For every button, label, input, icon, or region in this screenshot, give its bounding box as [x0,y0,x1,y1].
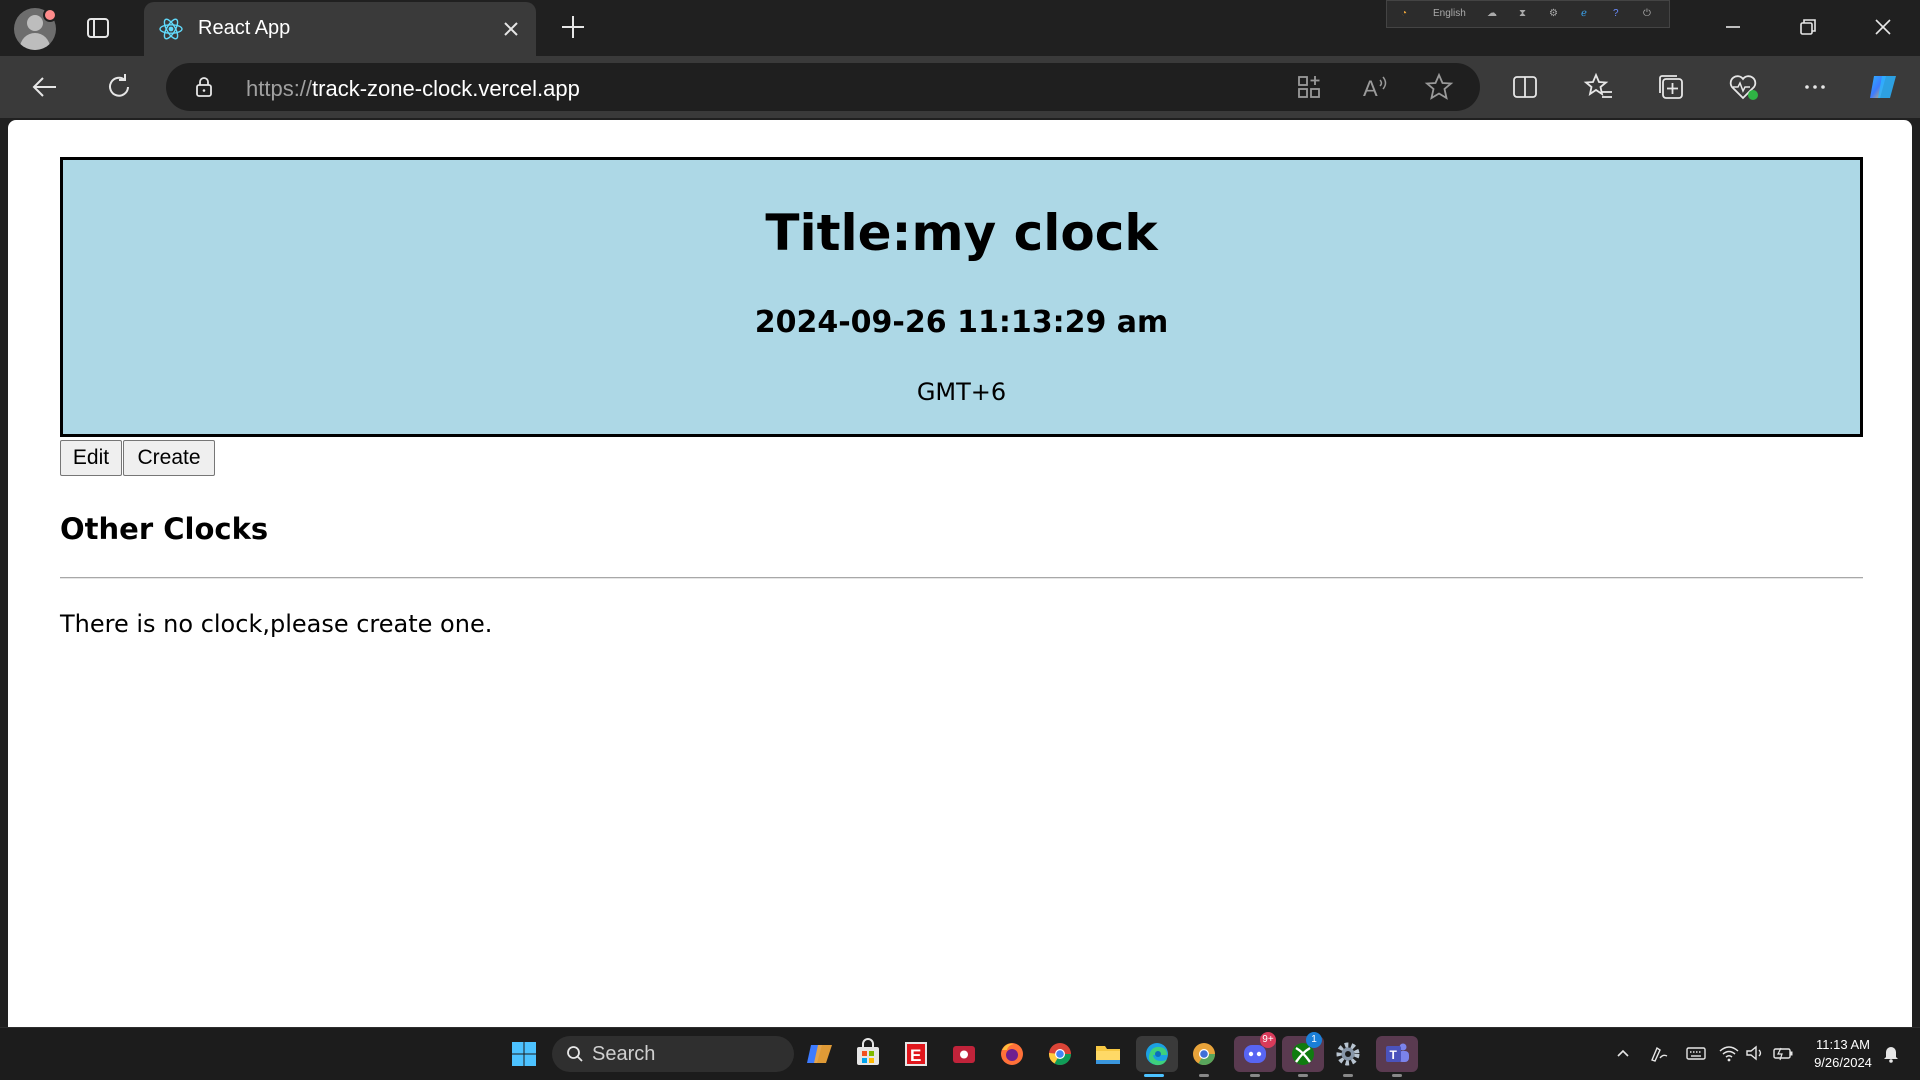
windows-start-icon[interactable] [506,1036,542,1072]
section-divider [60,577,1863,579]
notification-bell-icon[interactable] [1880,1042,1902,1064]
taskbar-time: 11:13 AM [1816,1037,1870,1052]
chrome-alt-icon [1193,1043,1215,1065]
clock-datetime: 2024-09-26 11:13:29 am [754,305,1169,340]
close-tab-icon[interactable] [498,16,524,42]
url-protocol: https:// [246,76,313,101]
clock-timezone: GMT+6 [916,378,1007,406]
url-host: track-zone-clock.vercel.app [312,76,580,101]
restore-icon[interactable] [1793,12,1823,42]
windows-taskbar: Search E 9+ 1 T 11:13 AM 9/26/2024 [0,1027,1920,1080]
browser-tab-strip: React App ◔ English ☁ ⧗ ⚙ ℯ ? ⏻ [0,0,1920,56]
running-indicator [1199,1074,1209,1077]
app-available-icon[interactable] [1292,70,1326,104]
new-tab-icon[interactable] [558,12,588,42]
svg-text:A: A [1363,76,1378,101]
url-text[interactable]: https://track-zone-clock.vercel.app [246,76,580,102]
running-indicator [1298,1074,1308,1077]
chevron-up-icon[interactable] [1612,1042,1634,1064]
search-label: Search [592,1043,656,1065]
settings-taskbar-button[interactable] [1330,1036,1366,1077]
favorite-star-icon[interactable] [1422,70,1456,104]
lock-icon[interactable] [192,75,216,99]
chrome-icon[interactable] [1042,1036,1078,1072]
profile-head [27,15,43,31]
extension-icon: ◔ [1401,8,1408,19]
tab-actions-icon[interactable] [84,14,112,42]
tab-title: React App [198,17,291,39]
pen-input-icon[interactable] [1648,1042,1670,1064]
favorites-icon[interactable] [1582,70,1616,104]
language-label: English [1433,8,1466,19]
screen-recorder-icon[interactable] [946,1036,982,1072]
collections-icon[interactable] [1654,70,1688,104]
cloud-icon: ☁ [1487,8,1497,19]
minimize-icon[interactable] [1718,12,1748,42]
taskbar-date: 9/26/2024 [1814,1055,1872,1070]
power-icon: ⏻ [1643,8,1651,19]
browser-toolbar: https://track-zone-clock.vercel.app A [0,56,1920,118]
settings-gear-icon [1336,1042,1360,1066]
hourglass-icon: ⧗ [1519,8,1527,19]
profile-body [20,33,50,50]
file-explorer-icon[interactable] [1090,1036,1126,1072]
other-clocks-heading: Other Clocks [60,512,269,546]
wifi-icon[interactable] [1718,1042,1740,1064]
xbox-badge: 1 [1306,1032,1322,1048]
edit-button[interactable]: Edit [60,440,122,476]
browser-essentials-icon[interactable] [1726,70,1760,104]
chrome-canary-taskbar-button[interactable] [1186,1036,1222,1077]
edge-taskbar-button[interactable] [1136,1036,1178,1077]
running-indicator [1392,1074,1402,1077]
close-window-icon[interactable] [1868,12,1898,42]
address-bar[interactable]: https://track-zone-clock.vercel.app A [166,63,1480,111]
react-logo-icon [159,18,183,40]
extension-strip[interactable]: ◔ English ☁ ⧗ ⚙ ℯ ? ⏻ [1386,0,1670,28]
teams-taskbar-button[interactable]: T [1376,1036,1418,1077]
copilot-taskbar-icon[interactable] [802,1036,838,1072]
teams-icon: T [1386,1043,1409,1062]
refresh-icon[interactable] [102,70,136,104]
running-indicator [1343,1074,1353,1077]
microsoft-store-icon[interactable] [850,1036,886,1072]
more-options-icon[interactable] [1798,70,1832,104]
volume-icon[interactable] [1744,1042,1766,1064]
svg-text:E: E [910,1046,921,1065]
help-icon: ? [1613,8,1619,19]
taskbar-clock[interactable]: 11:13 AM 9/26/2024 [1802,1036,1884,1072]
copilot-icon[interactable] [1866,70,1900,104]
active-indicator [1144,1074,1164,1077]
read-aloud-icon[interactable]: A [1358,70,1392,104]
search-icon [567,1046,583,1062]
create-button[interactable]: Create [123,440,215,476]
e-app-icon[interactable]: E [898,1036,934,1072]
edge-icon [1146,1043,1168,1066]
battery-icon[interactable] [1772,1042,1794,1064]
gear-icon: ⚙ [1549,8,1558,19]
page-viewport: Title:my clock 2024-09-26 11:13:29 am GM… [8,120,1912,1027]
edge-icon: ℯ [1581,8,1587,19]
keyboard-icon[interactable] [1685,1042,1707,1064]
firefox-icon[interactable] [994,1036,1030,1072]
taskbar-search[interactable]: Search [552,1036,794,1072]
svg-text:T: T [1390,1048,1398,1062]
split-screen-icon[interactable] [1508,70,1542,104]
tab-react-app[interactable]: React App [144,2,536,56]
profile-notification-dot [43,8,57,22]
empty-clocks-message: There is no clock,please create one. [60,610,493,638]
clock-title: Title:my clock [765,204,1158,262]
back-arrow-icon[interactable] [28,70,62,104]
xbox-taskbar-button[interactable]: 1 [1282,1032,1324,1077]
running-indicator [1250,1074,1260,1077]
main-clock-card: Title:my clock 2024-09-26 11:13:29 am GM… [60,157,1863,437]
discord-taskbar-button[interactable]: 9+ [1234,1032,1276,1077]
discord-badge: 9+ [1260,1032,1276,1048]
